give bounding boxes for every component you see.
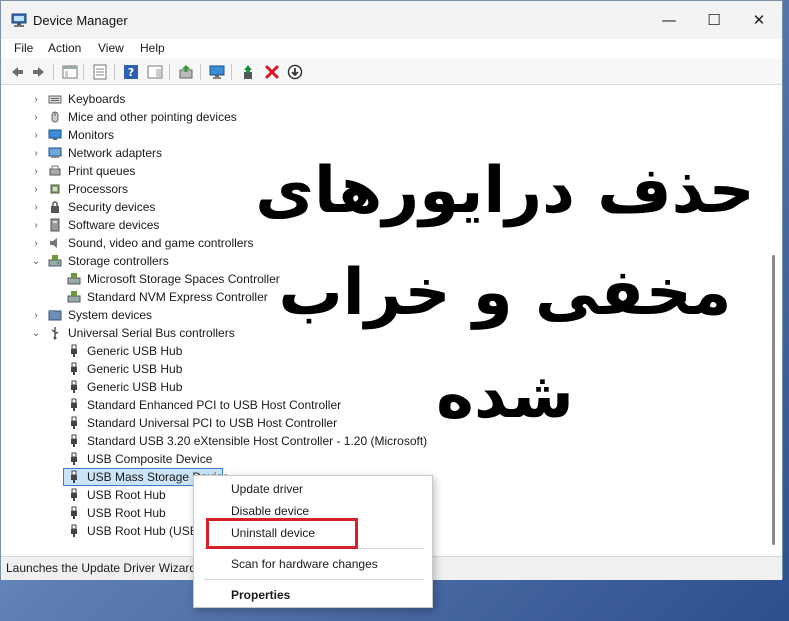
tree-device-row[interactable]: USB Composite Device (3, 450, 773, 468)
usb-plug-icon (71, 344, 77, 357)
chevron-right-icon[interactable]: › (30, 147, 42, 159)
keyboard-icon (48, 95, 62, 104)
enable-device-icon[interactable] (239, 63, 257, 81)
title-bar[interactable]: Device Manager — ☐ ✕ (1, 1, 782, 39)
forward-arrow-icon[interactable] (30, 63, 48, 81)
usb-plug-icon (71, 470, 77, 483)
chevron-right-icon[interactable]: › (30, 183, 42, 195)
menu-action[interactable]: Action (48, 41, 81, 55)
usb-plug-icon (71, 452, 77, 465)
usb-plug-icon (71, 488, 77, 501)
scrollbar-thumb[interactable] (772, 255, 775, 545)
tree-row-label: Universal Serial Bus controllers (68, 326, 235, 340)
tree-row-label: Security devices (68, 200, 156, 214)
tree-row-label: Print queues (68, 164, 136, 178)
tree-row-label: USB Composite Device (87, 452, 213, 466)
menu-file[interactable]: File (14, 41, 33, 55)
tree-row-label: Generic USB Hub (87, 362, 183, 376)
storage-controller-icon (67, 273, 81, 285)
window-title: Device Manager (33, 13, 128, 28)
chevron-down-icon[interactable]: ⌄ (30, 255, 42, 267)
system-folder-icon (48, 310, 62, 321)
menu-help[interactable]: Help (140, 41, 165, 55)
tree-row-label: Processors (68, 182, 129, 196)
tree-row-label: Storage controllers (68, 254, 169, 268)
usb-plug-icon (71, 362, 77, 375)
tree-row-label: Microsoft Storage Spaces Controller (87, 272, 280, 286)
tree-row-label: Standard NVM Express Controller (87, 290, 268, 304)
usb-plug-icon (71, 434, 77, 447)
chevron-right-icon[interactable]: › (30, 237, 42, 249)
processor-icon (50, 184, 60, 194)
storage-controller-icon (67, 291, 81, 303)
tree-row-label: Generic USB Hub (87, 380, 183, 394)
chevron-right-icon[interactable]: › (30, 93, 42, 105)
close-button[interactable]: ✕ (736, 1, 782, 39)
tree-row-label: System devices (68, 308, 153, 322)
help-icon[interactable]: ? (122, 63, 140, 81)
chevron-right-icon[interactable]: › (30, 111, 42, 123)
tree-row-label: Mice and other pointing devices (68, 110, 237, 124)
chevron-right-icon[interactable]: › (30, 165, 42, 177)
maximize-button[interactable]: ☐ (691, 1, 737, 39)
menu-view[interactable]: View (98, 41, 124, 55)
printer-icon (49, 165, 61, 176)
menu-bar: File Action View Help (1, 39, 782, 59)
mouse-icon (51, 111, 59, 123)
usb-plug-icon (71, 380, 77, 393)
uninstall-highlight-box (206, 518, 358, 549)
device-manager-icon (11, 13, 27, 27)
minimize-button[interactable]: — (646, 1, 692, 39)
tree-row-label: Generic USB Hub (87, 344, 183, 358)
overlay-line-1: حذف درایورهای (255, 154, 755, 228)
back-arrow-icon[interactable] (8, 63, 26, 81)
storage-icon (48, 255, 62, 267)
tree-row-label: Software devices (68, 218, 160, 232)
context-menu-scan-hardware[interactable]: Scan for hardware changes (231, 557, 378, 571)
usb-plug-icon (71, 506, 77, 519)
tree-row-label: Network adapters (68, 146, 163, 160)
chevron-right-icon[interactable]: › (30, 129, 42, 141)
tree-row-label: Keyboards (68, 92, 126, 106)
toolbar: ? (1, 59, 782, 85)
security-icon (51, 201, 59, 213)
uninstall-device-icon[interactable] (263, 63, 281, 81)
show-hide-console-tree-icon[interactable] (61, 63, 79, 81)
tree-row-label: USB Root Hub (87, 506, 166, 520)
svg-text:?: ? (128, 66, 134, 79)
monitor-icon (48, 129, 62, 140)
usb-plug-icon (71, 398, 77, 411)
usb-plug-icon (71, 416, 77, 429)
usb-icon (51, 327, 59, 340)
network-icon (48, 147, 62, 158)
update-driver-icon[interactable] (177, 63, 195, 81)
tree-row-label: Sound, video and game controllers (68, 236, 254, 250)
software-icon (50, 218, 60, 232)
tree-category-row[interactable]: › Keyboards (3, 90, 773, 108)
tree-category-row[interactable]: › Mice and other pointing devices (3, 108, 773, 126)
context-menu-separator (204, 579, 424, 580)
vertical-scrollbar[interactable] (767, 87, 781, 552)
show-action-pane-icon[interactable] (146, 63, 164, 81)
speaker-icon (50, 238, 57, 248)
usb-plug-icon (71, 524, 77, 537)
chevron-down-icon[interactable]: ⌄ (30, 327, 42, 339)
context-menu-properties[interactable]: Properties (231, 588, 290, 602)
overlay-caption: حذف درایورهای مخفی و خراب شده (255, 140, 755, 447)
chevron-right-icon[interactable]: › (30, 219, 42, 231)
monitor-icon[interactable] (208, 63, 226, 81)
properties-icon[interactable] (91, 63, 109, 81)
chevron-right-icon[interactable]: › (30, 309, 42, 321)
overlay-line-2: مخفی و خراب شده (278, 256, 732, 433)
tree-row-label: USB Root Hub (87, 488, 166, 502)
chevron-right-icon[interactable]: › (30, 201, 42, 213)
context-menu-update-driver[interactable]: Update driver (231, 482, 303, 496)
tree-row-label: Monitors (68, 128, 115, 142)
context-menu-disable-device[interactable]: Disable device (231, 504, 309, 518)
disable-device-icon[interactable] (286, 63, 304, 81)
